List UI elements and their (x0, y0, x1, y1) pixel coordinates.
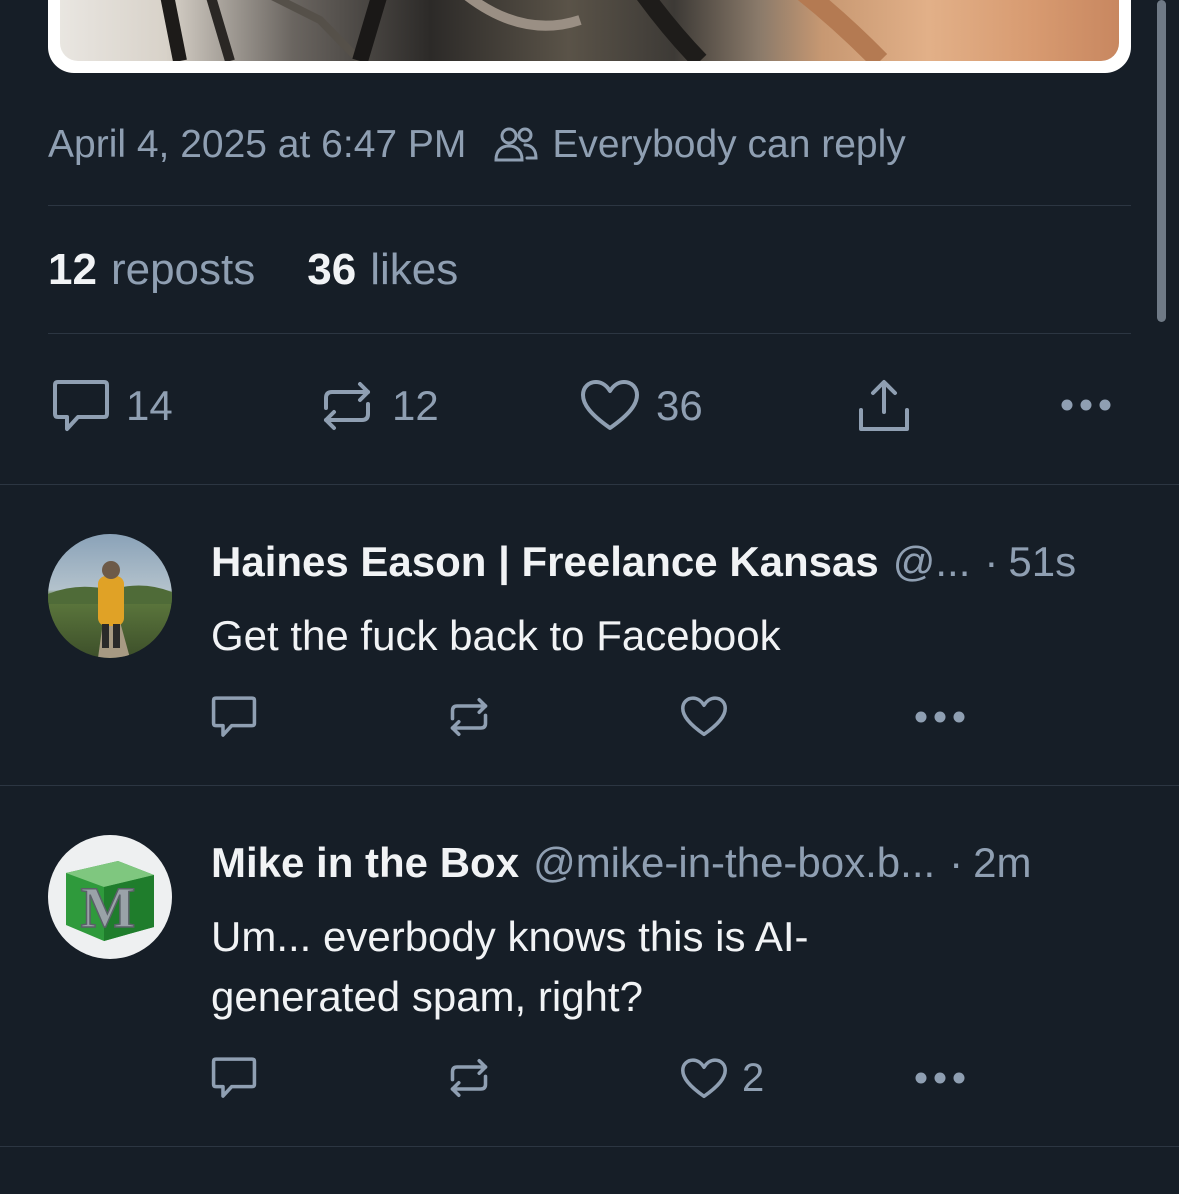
ellipsis-icon (1061, 399, 1111, 411)
likes-count: 36 (307, 245, 357, 294)
divider (0, 1146, 1179, 1147)
reposts-stat[interactable]: 12 reposts (48, 245, 255, 295)
reply-time[interactable]: 51s (1008, 538, 1076, 586)
reply-avatar[interactable] (48, 534, 172, 658)
repost-button[interactable]: 12 (318, 378, 439, 434)
reply-button[interactable]: 14 (52, 378, 173, 434)
speech-bubble-icon (211, 696, 257, 737)
reply-button[interactable] (211, 695, 257, 739)
post-stats-row: 12 reposts 36 likes (48, 242, 510, 298)
avatar: M (48, 835, 172, 959)
like-button[interactable]: 36 (580, 378, 703, 434)
more-options-button[interactable] (1060, 398, 1112, 412)
reply-text: Get the fuck back to Facebook (211, 612, 781, 659)
reply-text: Um... everbody knows this is AI-generate… (211, 913, 809, 1020)
like-button[interactable]: 2 (680, 1056, 764, 1101)
repost-button[interactable] (446, 695, 492, 739)
heart-icon (581, 380, 639, 430)
share-upload-icon (859, 380, 909, 431)
post-timestamp: April 4, 2025 at 6:47 PM (48, 123, 467, 166)
repost-arrows-icon (324, 382, 370, 430)
reply-header: Haines Eason | Freelance Kansas @... · 5… (211, 538, 1076, 586)
heart-icon (681, 696, 727, 737)
divider (0, 785, 1179, 786)
reply-count: 14 (126, 382, 173, 429)
separator-dot: · (984, 538, 999, 585)
like-button[interactable] (680, 695, 740, 739)
more-options-button[interactable] (914, 1071, 966, 1085)
reply-author-name[interactable]: Mike in the Box (211, 839, 519, 887)
reply-time[interactable]: 2m (973, 839, 1031, 887)
likes-label: likes (370, 245, 459, 294)
reply-header: Mike in the Box @mike-in-the-box.b... · … (211, 839, 1032, 887)
reply-author-handle[interactable]: @... (893, 538, 971, 586)
likes-stat[interactable]: 36 likes (307, 245, 458, 295)
reply-setting-label: Everybody can reply (552, 123, 906, 166)
ellipsis-icon (915, 711, 965, 723)
speech-bubble-icon (211, 1057, 257, 1098)
ellipsis-icon (915, 1072, 965, 1084)
share-button[interactable] (856, 378, 912, 434)
repost-arrows-icon (450, 697, 488, 737)
post-meta-row: April 4, 2025 at 6:47 PM Everybody can r… (48, 118, 906, 172)
divider (48, 333, 1131, 334)
reply-button[interactable] (211, 1056, 257, 1100)
divider (48, 205, 1131, 206)
reposts-label: reposts (110, 245, 256, 294)
reply-author-handle[interactable]: @mike-in-the-box.b... (533, 839, 935, 887)
heart-icon (681, 1057, 727, 1098)
like-count: 36 (656, 382, 703, 429)
separator-dot: · (949, 839, 964, 886)
people-icon (494, 127, 538, 162)
avatar-logo-text: M (81, 875, 136, 940)
repost-count: 12 (392, 382, 439, 429)
divider (0, 484, 1179, 485)
speech-bubble-icon (53, 380, 109, 431)
reply-setting[interactable]: Everybody can reply (494, 123, 906, 167)
post-photo (60, 0, 1119, 61)
reply-avatar[interactable]: M (48, 835, 172, 959)
repost-button[interactable] (446, 1056, 492, 1100)
scrollbar[interactable] (1157, 0, 1166, 322)
avatar (48, 534, 172, 658)
post-image[interactable] (48, 0, 1131, 73)
reposts-count: 12 (48, 245, 97, 294)
like-count: 2 (742, 1056, 765, 1100)
reply-author-name[interactable]: Haines Eason | Freelance Kansas (211, 538, 879, 586)
more-options-button[interactable] (914, 710, 966, 724)
repost-arrows-icon (450, 1058, 488, 1098)
